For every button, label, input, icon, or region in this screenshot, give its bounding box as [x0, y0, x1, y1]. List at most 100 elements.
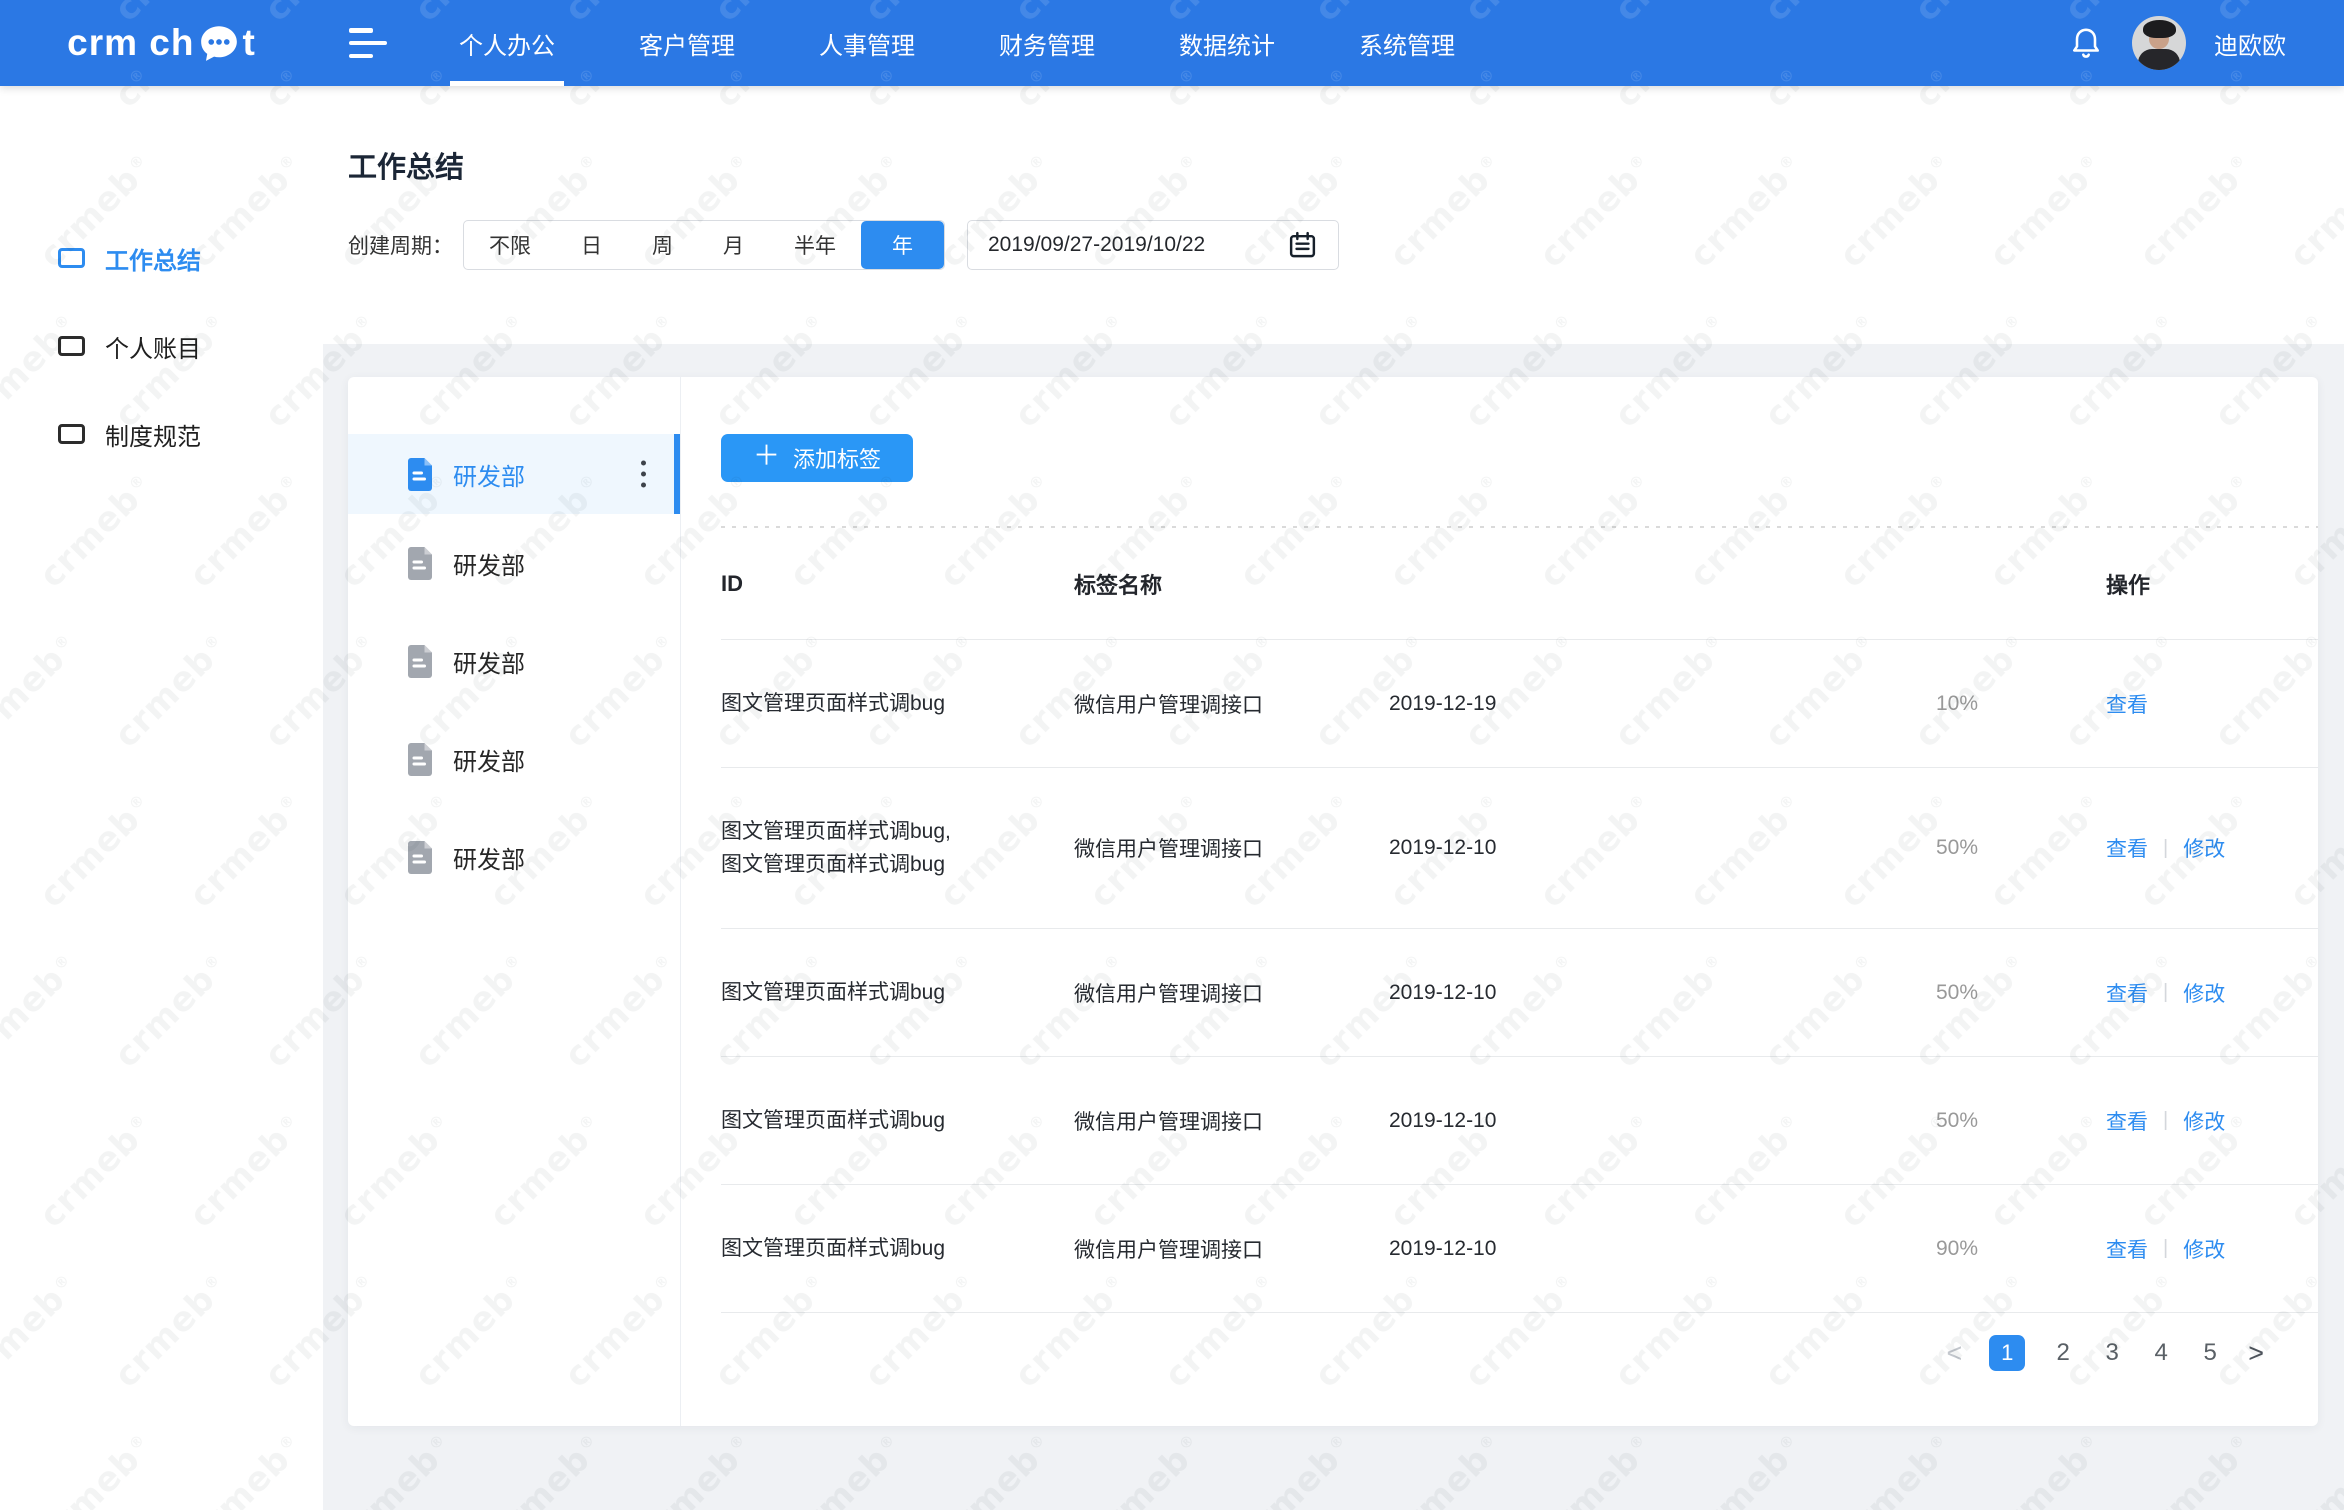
user-name[interactable]: 迪欧欧 [2214, 26, 2286, 61]
cell-actions: 查看 [2106, 689, 2264, 719]
cell-actions: 查看 | 修改 [2106, 978, 2264, 1008]
action-separator: | [2163, 981, 2168, 1004]
action-separator: | [2163, 1237, 2168, 1260]
cell-id: 图文管理页面样式调bug [721, 976, 1074, 1009]
action-separator: | [2163, 837, 2168, 860]
sidebar-item-1[interactable]: 个人账目 [0, 302, 323, 390]
edit-link[interactable]: 修改 [2183, 1234, 2225, 1264]
pagination-page-3[interactable]: 3 [2101, 1339, 2123, 1367]
table-row: 图文管理页面样式调bug, 图文管理页面样式调bug 微信用户管理调接口 201… [721, 768, 2318, 929]
edit-link[interactable]: 修改 [2183, 1106, 2225, 1136]
user-avatar[interactable] [2132, 16, 2186, 70]
logo-text-suffix: t [243, 22, 256, 64]
group-list-item-2[interactable]: 研发部 [348, 612, 680, 710]
cell-percent: 50% [1936, 1109, 2106, 1133]
content-card: 研发部 研发部 研发部 [348, 377, 2318, 1426]
view-link[interactable]: 查看 [2106, 833, 2148, 863]
nav-item-5[interactable]: 系统管理 [1317, 0, 1497, 86]
pagination-page-5[interactable]: 5 [2199, 1339, 2221, 1367]
cell-date: 2019-12-10 [1389, 1109, 1651, 1133]
table-row: 图文管理页面样式调bug 微信用户管理调接口 2019-12-10 50% 查看… [721, 929, 2318, 1057]
document-icon [405, 458, 435, 491]
group-list-item-0[interactable]: 研发部 [348, 434, 680, 514]
cell-id: 图文管理页面样式调bug [721, 1104, 1074, 1137]
group-list-item-4[interactable]: 研发部 [348, 808, 680, 906]
cell-id: 图文管理页面样式调bug, 图文管理页面样式调bug [721, 815, 1074, 881]
cell-percent: 50% [1936, 981, 2106, 1005]
nav-item-4[interactable]: 数据统计 [1137, 0, 1317, 86]
period-option-2[interactable]: 周 [627, 221, 698, 269]
nav-item-0[interactable]: 个人办公 [417, 0, 597, 86]
cell-date: 2019-12-10 [1389, 981, 1651, 1005]
notification-bell-icon[interactable] [2068, 25, 2104, 61]
table-row: 图文管理页面样式调bug 微信用户管理调接口 2019-12-19 10% 查看 [721, 640, 2318, 768]
menu-rect-icon [58, 424, 85, 444]
pagination-page-2[interactable]: 2 [2052, 1339, 2074, 1367]
group-list-panel: 研发部 研发部 研发部 [348, 377, 681, 1426]
cell-tag-name: 微信用户管理调接口 [1074, 1106, 1389, 1136]
nav-item-3[interactable]: 财务管理 [957, 0, 1137, 86]
collapse-menu-icon[interactable] [349, 28, 387, 58]
cell-percent: 10% [1936, 692, 2106, 716]
period-option-0[interactable]: 不限 [464, 221, 556, 269]
pagination-next-icon[interactable]: > [2248, 1338, 2264, 1369]
period-option-3[interactable]: 月 [698, 221, 769, 269]
page-title: 工作总结 [348, 86, 2344, 186]
filter-row: 创建周期： 不限日周月半年年 2019/09/27-2019/10/22 [348, 220, 2344, 270]
add-tag-button[interactable]: ＋ 添加标签 [721, 434, 913, 482]
table-row: 图文管理页面样式调bug 微信用户管理调接口 2019-12-10 90% 查看… [721, 1185, 2318, 1313]
date-range-value: 2019/09/27-2019/10/22 [988, 233, 1205, 257]
table-area: ＋ 添加标签 ID 标签名称 操作 图文管理页面样式调bug 微信用户管理调接口… [681, 377, 2318, 1426]
table-header: ID 标签名称 操作 [721, 528, 2318, 640]
action-separator: | [2163, 1109, 2168, 1132]
period-option-5[interactable]: 年 [861, 221, 944, 269]
cell-tag-name: 微信用户管理调接口 [1074, 833, 1389, 863]
document-icon [405, 743, 435, 776]
view-link[interactable]: 查看 [2106, 689, 2148, 719]
nav-item-2[interactable]: 人事管理 [777, 0, 957, 86]
sidebar-item-0[interactable]: 工作总结 [0, 214, 323, 302]
period-segmented-control: 不限日周月半年年 [463, 220, 945, 270]
sidebar-item-2[interactable]: 制度规范 [0, 390, 323, 478]
edit-link[interactable]: 修改 [2183, 833, 2225, 863]
cell-tag-name: 微信用户管理调接口 [1074, 978, 1389, 1008]
edit-link[interactable]: 修改 [2183, 978, 2225, 1008]
pagination-pages: 12345 [1989, 1335, 2221, 1371]
menu-rect-icon [58, 336, 85, 356]
calendar-icon [1287, 230, 1318, 261]
plus-icon: ＋ [753, 443, 780, 470]
group-list-item-3[interactable]: 研发部 [348, 710, 680, 808]
active-tab-underline [450, 81, 564, 86]
pagination: < 12345 > [721, 1335, 2318, 1371]
pagination-page-1[interactable]: 1 [1989, 1335, 2025, 1371]
col-header-action: 操作 [2106, 568, 2264, 600]
nav-item-1[interactable]: 客户管理 [597, 0, 777, 86]
main-nav: 个人办公 客户管理 人事管理 财务管理 数据统计 系统管理 [417, 0, 1497, 86]
cell-actions: 查看 | 修改 [2106, 1106, 2264, 1136]
view-link[interactable]: 查看 [2106, 978, 2148, 1008]
date-range-picker[interactable]: 2019/09/27-2019/10/22 [967, 220, 1339, 270]
pagination-page-4[interactable]: 4 [2150, 1339, 2172, 1367]
more-options-icon[interactable] [637, 457, 650, 492]
table-body: 图文管理页面样式调bug 微信用户管理调接口 2019-12-19 10% 查看… [721, 640, 2318, 1313]
document-icon [405, 547, 435, 580]
view-link[interactable]: 查看 [2106, 1234, 2148, 1264]
filter-label: 创建周期： [348, 230, 453, 260]
group-list-item-1[interactable]: 研发部 [348, 514, 680, 612]
period-option-1[interactable]: 日 [556, 221, 627, 269]
cell-date: 2019-12-19 [1389, 692, 1651, 716]
table-row: 图文管理页面样式调bug 微信用户管理调接口 2019-12-10 50% 查看… [721, 1057, 2318, 1185]
col-header-id: ID [721, 571, 1074, 597]
navbar-right: 迪欧欧 [2068, 16, 2344, 70]
cell-percent: 50% [1936, 836, 2106, 860]
page-header-band: 工作总结 创建周期： 不限日周月半年年 2019/09/27-2019/10/2… [323, 86, 2344, 344]
view-link[interactable]: 查看 [2106, 1106, 2148, 1136]
document-icon [405, 645, 435, 678]
cell-id: 图文管理页面样式调bug [721, 687, 1074, 720]
cell-date: 2019-12-10 [1389, 836, 1651, 860]
pagination-prev-icon[interactable]: < [1946, 1338, 1962, 1369]
app-logo: crm ch t [0, 22, 323, 64]
cell-id: 图文管理页面样式调bug [721, 1232, 1074, 1265]
period-option-4[interactable]: 半年 [769, 221, 861, 269]
document-icon [405, 841, 435, 874]
